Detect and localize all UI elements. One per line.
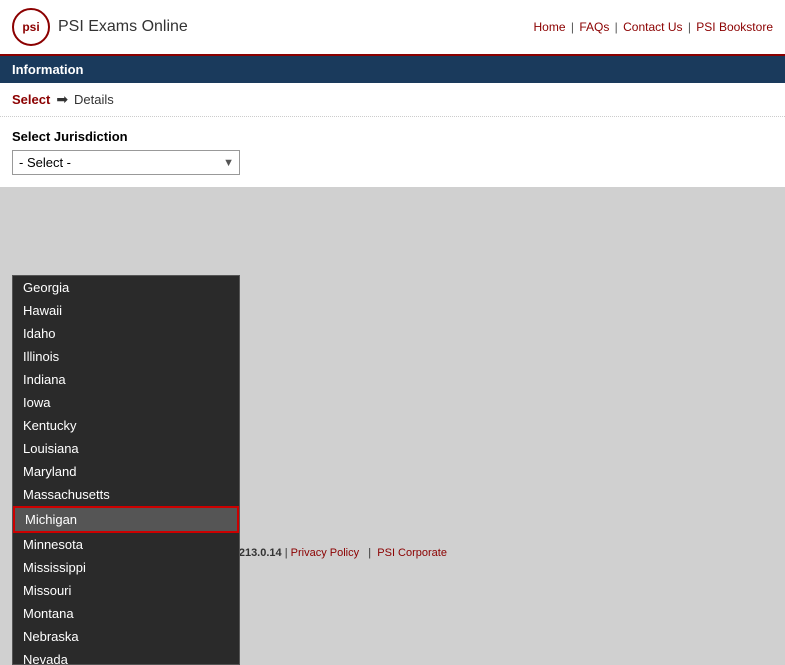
list-item[interactable]: Georgia xyxy=(13,276,239,299)
list-item[interactable]: Mississippi xyxy=(13,556,239,579)
footer-privacy-policy[interactable]: Privacy Policy xyxy=(291,547,359,559)
list-item[interactable]: Montana xyxy=(13,602,239,625)
select-wrapper: - Select - GeorgiaHawaiiIdahoIllinoisInd… xyxy=(12,150,240,175)
header-nav: Home | FAQs | Contact Us | PSI Bookstore xyxy=(534,20,774,34)
list-item[interactable]: Indiana xyxy=(13,368,239,391)
nav-contact-us[interactable]: Contact Us xyxy=(623,20,682,34)
list-item[interactable]: Iowa xyxy=(13,391,239,414)
info-bar: Information xyxy=(0,56,785,83)
header: psi PSI Exams Online Home | FAQs | Conta… xyxy=(0,0,785,56)
breadcrumb: Select ➡ Details xyxy=(0,83,785,117)
list-item[interactable]: Maryland xyxy=(13,460,239,483)
breadcrumb-select[interactable]: Select xyxy=(12,92,50,107)
nav-bookstore[interactable]: PSI Bookstore xyxy=(696,20,773,34)
main-content: Select Jurisdiction - Select - GeorgiaHa… xyxy=(0,117,785,187)
nav-home[interactable]: Home xyxy=(534,20,566,34)
site-title: PSI Exams Online xyxy=(58,18,188,36)
footer-psi-corporate[interactable]: PSI Corporate xyxy=(377,547,447,559)
breadcrumb-details: Details xyxy=(74,92,114,107)
list-item[interactable]: Kentucky xyxy=(13,414,239,437)
list-item[interactable]: Nebraska xyxy=(13,625,239,648)
jurisdiction-select[interactable]: - Select - GeorgiaHawaiiIdahoIllinoisInd… xyxy=(12,150,240,175)
list-item[interactable]: Missouri xyxy=(13,579,239,602)
list-item[interactable]: Nevada xyxy=(13,648,239,665)
psi-logo: psi xyxy=(12,8,50,46)
list-item[interactable]: Massachusetts xyxy=(13,483,239,506)
section-title: Select Jurisdiction xyxy=(12,129,773,144)
list-item[interactable]: Idaho xyxy=(13,322,239,345)
list-item[interactable]: Illinois xyxy=(13,345,239,368)
list-item[interactable]: Minnesota xyxy=(13,533,239,556)
nav-faqs[interactable]: FAQs xyxy=(579,20,609,34)
list-item[interactable]: Michigan xyxy=(13,506,239,533)
breadcrumb-arrow-icon: ➡ xyxy=(56,91,68,108)
list-item[interactable]: Louisiana xyxy=(13,437,239,460)
jurisdiction-dropdown[interactable]: GeorgiaHawaiiIdahoIllinoisIndianaIowaKen… xyxy=(12,275,240,665)
logo-area: psi PSI Exams Online xyxy=(12,8,188,46)
list-item[interactable]: Hawaii xyxy=(13,299,239,322)
